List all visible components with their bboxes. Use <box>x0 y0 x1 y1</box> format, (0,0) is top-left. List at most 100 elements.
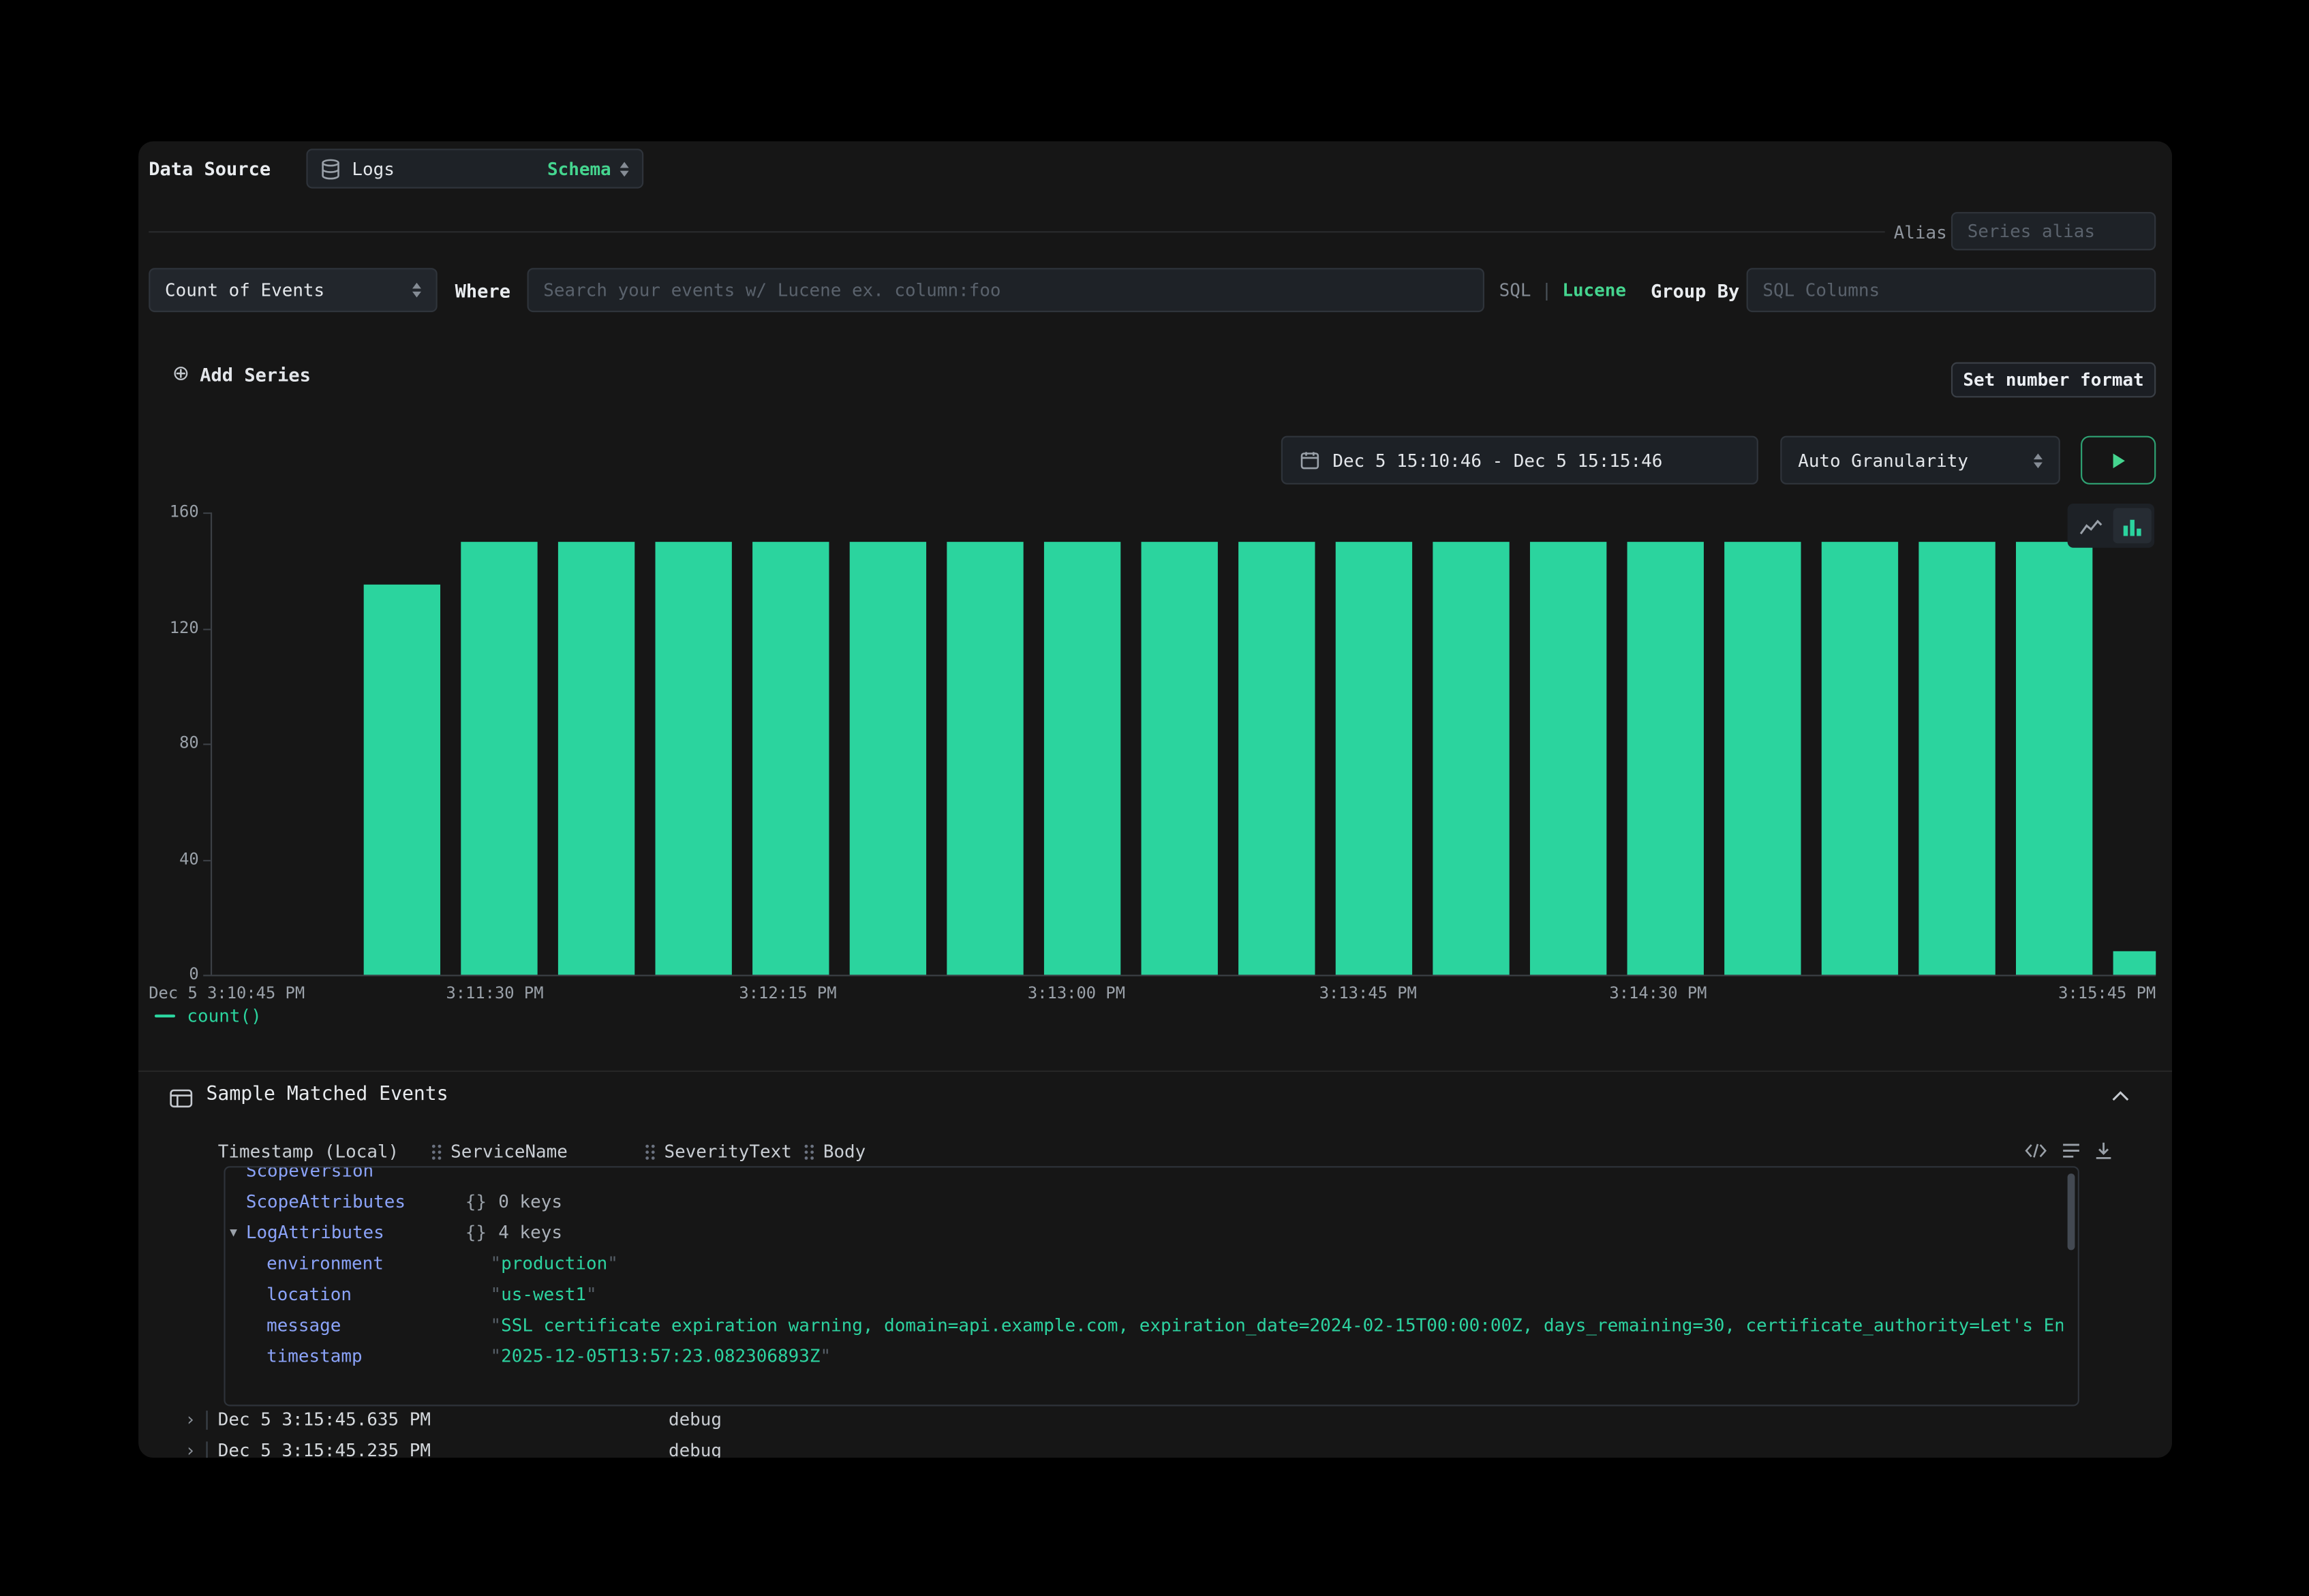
field-value: "SSL certificate expiration warning, dom… <box>491 1310 2064 1341</box>
chart-bar[interactable] <box>364 585 440 975</box>
event-severity: debug <box>669 1436 722 1458</box>
chart-bar[interactable] <box>2113 951 2156 975</box>
event-row[interactable]: ›Dec 5 3:15:45.235 PMdebug <box>138 1436 2172 1458</box>
schema-link[interactable]: Schema <box>547 158 611 179</box>
chart-bar[interactable] <box>1724 542 1801 975</box>
search-input[interactable] <box>527 268 1484 312</box>
row-density-icon[interactable] <box>2062 1143 2081 1159</box>
chart-bar[interactable] <box>947 542 1023 975</box>
scrollbar-thumb[interactable] <box>2068 1173 2075 1250</box>
alias-label: Alias <box>1894 222 1947 243</box>
field-value: "2025-12-05T13:57:23.082306893Z" <box>491 1341 2064 1372</box>
drag-handle-icon[interactable] <box>804 1144 814 1160</box>
attribute-tree: ScopeVersionScopeAttributes {}0 keys ▾ LogA… <box>226 1166 2064 1372</box>
x-axis-label: 3:13:45 PM <box>1319 983 1417 1002</box>
set-number-format-button[interactable]: Set number format <box>1951 363 2156 398</box>
group-by-input[interactable] <box>1747 268 2156 312</box>
add-series-button[interactable]: ⊕ Add Series <box>172 363 311 386</box>
chart-bar[interactable] <box>1530 542 1606 975</box>
chart-legend[interactable]: count() <box>155 1004 262 1028</box>
chart-bar[interactable] <box>461 542 537 975</box>
x-axis-label: 3:12:15 PM <box>739 983 836 1002</box>
col-severitytext[interactable]: SeverityText <box>645 1141 791 1162</box>
query-language-toggle[interactable]: SQL | Lucene <box>1499 280 1626 301</box>
chart-bar[interactable] <box>558 542 634 975</box>
event-severity: debug <box>669 1405 722 1435</box>
chart-bar[interactable] <box>1142 542 1218 975</box>
data-source-select[interactable]: Logs Schema <box>306 149 643 188</box>
field-key: LogAttributes <box>246 1218 384 1248</box>
expanded-field-row[interactable]: location"us-west1" <box>226 1280 2064 1310</box>
alias-input[interactable] <box>1951 212 2156 250</box>
granularity-select[interactable]: Auto Granularity <box>1780 436 2060 485</box>
bar-chart: 16012080400 Dec 5 3:10:45 PM3:11:30 PM3:… <box>138 512 2172 1020</box>
chevron-updown-icon <box>620 162 629 177</box>
time-range-value: Dec 5 15:10:46 - Dec 5 15:15:46 <box>1332 450 1662 470</box>
add-series-label: Add Series <box>200 363 311 385</box>
chart-bar[interactable] <box>752 542 829 975</box>
chart-bar[interactable] <box>1822 542 1898 975</box>
collapse-section-icon[interactable] <box>2111 1091 2129 1101</box>
y-axis-tick <box>203 975 211 976</box>
sql-option[interactable]: SQL <box>1499 280 1531 301</box>
x-axis-label: 3:11:30 PM <box>446 983 543 1002</box>
chart-bar[interactable] <box>2016 542 2092 975</box>
legend-series-name: count() <box>187 1006 261 1026</box>
event-row[interactable]: ›Dec 5 3:15:45.635 PMdebug <box>138 1405 2172 1435</box>
field-key: environment <box>266 1248 384 1279</box>
aggregation-value: Count of Events <box>165 280 324 301</box>
line-chart-icon[interactable] <box>2071 508 2109 543</box>
field-value: {}0 keys <box>465 1187 2063 1218</box>
chart-bar[interactable] <box>1044 542 1120 975</box>
lucene-option[interactable]: Lucene <box>1562 280 1626 301</box>
play-icon <box>2111 451 2126 469</box>
field-value: "production" <box>491 1248 2064 1279</box>
chart-bar[interactable] <box>656 542 732 975</box>
expanded-field-row[interactable]: ▾LogAttributes{}4 keys <box>226 1218 2064 1248</box>
events-table-header: Timestamp (Local) ServiceName SeverityTe… <box>138 1138 2172 1167</box>
drag-handle-icon[interactable] <box>431 1144 442 1160</box>
expanded-event-detail: ScopeVersionScopeAttributes {}0 keys ▾ LogA… <box>224 1166 2079 1406</box>
expanded-field-row[interactable]: ScopeAttributes {}0 keys <box>226 1187 2064 1218</box>
calendar-icon <box>1300 450 1319 470</box>
x-axis: Dec 5 3:10:45 PM 3:11:30 PM 3:12:15 PM 3:13… <box>138 983 2172 1007</box>
code-view-icon[interactable] <box>2025 1143 2047 1159</box>
expanded-field-row[interactable]: message"SSL certificate expiration warni… <box>226 1310 2064 1341</box>
aggregation-select[interactable]: Count of Events <box>149 268 437 312</box>
where-label: Where <box>455 280 510 302</box>
expanded-field-row[interactable]: ScopeVersion <box>226 1166 2064 1186</box>
x-axis-label: 3:14:30 PM <box>1609 983 1707 1002</box>
chart-bar[interactable] <box>1336 542 1412 975</box>
chart-bar[interactable] <box>850 542 926 975</box>
database-icon <box>321 158 340 179</box>
bar-series <box>138 512 2172 975</box>
drag-handle-icon[interactable] <box>645 1144 655 1160</box>
download-icon[interactable] <box>2094 1141 2113 1161</box>
chart-type-toggle <box>2068 504 2154 548</box>
x-axis-line <box>211 975 2156 976</box>
expanded-field-row[interactable]: timestamp "2025-12-05T13:57:23.082306893Z… <box>226 1341 2064 1372</box>
col-body[interactable]: Body <box>804 1141 866 1162</box>
chart-bar[interactable] <box>1238 542 1315 975</box>
x-axis-label: Dec 5 3:10:45 PM <box>149 983 305 1002</box>
plus-circle-icon: ⊕ <box>172 363 189 386</box>
collapse-caret-icon[interactable]: ▾ <box>230 1218 237 1248</box>
time-range-picker[interactable]: Dec 5 15:10:46 - Dec 5 15:15:46 <box>1281 436 1758 485</box>
field-value: "us-west1" <box>491 1280 2064 1310</box>
events-section-title: Sample Matched Events <box>206 1084 448 1105</box>
expanded-field-row[interactable]: environment "production" <box>226 1248 2064 1279</box>
section-divider <box>149 231 1884 232</box>
col-timestamp[interactable]: Timestamp (Local) <box>218 1141 399 1162</box>
field-key: ScopeVersion <box>246 1166 373 1186</box>
expand-row-icon[interactable]: › <box>187 1436 194 1458</box>
expand-row-icon[interactable]: › <box>187 1405 194 1435</box>
chart-bar[interactable] <box>1433 542 1509 975</box>
run-query-button[interactable] <box>2081 436 2156 485</box>
chart-bar[interactable] <box>1918 542 1995 975</box>
col-servicename[interactable]: ServiceName <box>431 1141 568 1162</box>
field-key: ScopeAttributes <box>246 1187 406 1218</box>
chart-bar[interactable] <box>1627 542 1704 975</box>
bar-chart-icon[interactable] <box>2113 508 2151 543</box>
chevron-updown-icon <box>2034 452 2043 467</box>
field-key: timestamp <box>266 1341 363 1372</box>
